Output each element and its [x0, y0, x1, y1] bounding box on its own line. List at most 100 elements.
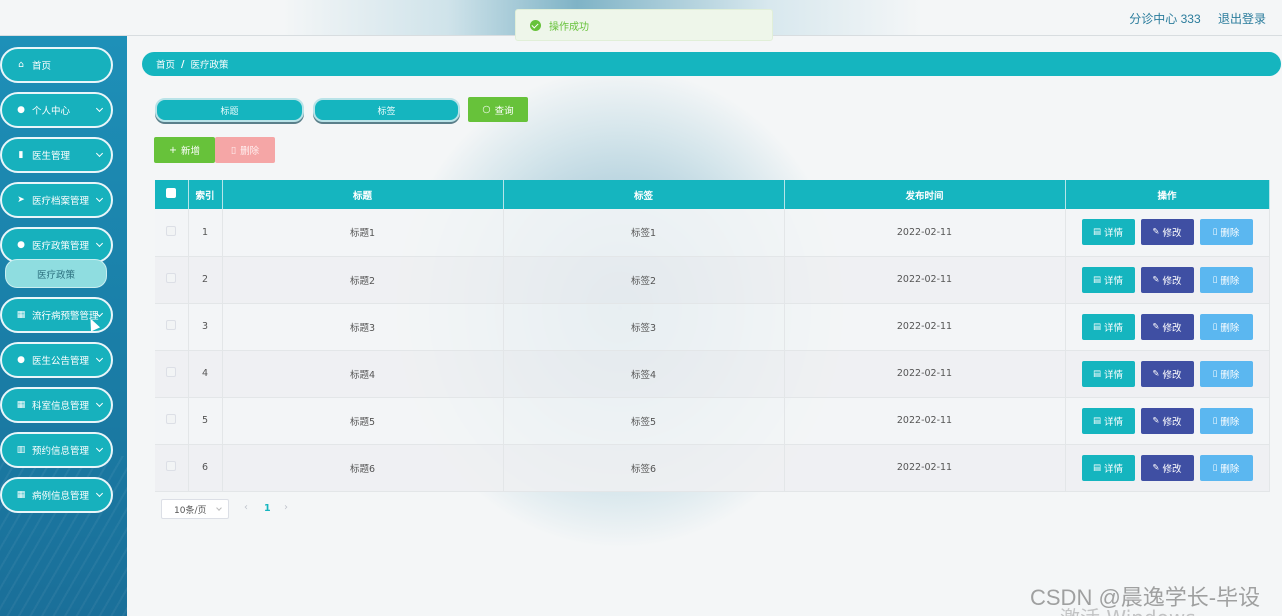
add-button[interactable]: + 新增 — [154, 137, 215, 163]
sidebar-item-label: 预约信息管理 — [32, 446, 90, 457]
edit-button[interactable]: ✎ 修改 — [1140, 313, 1194, 340]
edit-label: 修改 — [1162, 369, 1182, 381]
user-role-label: 分诊中心 333 — [1129, 12, 1201, 26]
table-row: 4 标题4 标签4 2022-02-11 ▤ 详情 ✎ 修改 ▯ 删除 — [155, 350, 1270, 398]
row-checkbox[interactable] — [166, 414, 177, 424]
submenu-item-medical-policy[interactable]: 医疗政策 — [5, 259, 107, 288]
edit-label: 修改 — [1162, 275, 1182, 287]
title-search-input[interactable]: 标题 — [155, 98, 304, 122]
pencil-icon: ✎ — [1152, 274, 1160, 285]
document-icon: ▤ — [1092, 462, 1101, 473]
row-date: 2022-02-11 — [784, 444, 1066, 492]
edit-button[interactable]: ✎ 修改 — [1140, 407, 1194, 434]
row-actions: ▤ 详情 ✎ 修改 ▯ 删除 — [1065, 303, 1270, 351]
row-checkbox[interactable] — [166, 273, 177, 283]
user-icon: ● — [17, 105, 25, 115]
sidebar-item-label: 病例信息管理 — [32, 491, 90, 502]
page-number-current[interactable]: 1 — [264, 503, 271, 514]
sidebar-item-doctor-notice[interactable]: ● 医生公告管理 — [0, 342, 113, 378]
row-date: 2022-02-11 — [784, 209, 1066, 257]
sidebar-item-label: 科室信息管理 — [32, 401, 90, 412]
detail-button[interactable]: ▤ 详情 — [1081, 454, 1135, 481]
delete-label: 删除 — [1220, 416, 1240, 428]
detail-button[interactable]: ▤ 详情 — [1081, 407, 1135, 434]
chevron-down-icon — [95, 444, 104, 453]
pencil-icon: ✎ — [1152, 462, 1160, 473]
sidebar-item-appointment[interactable]: ▥ 预约信息管理 — [0, 432, 113, 468]
sidebar-item-department[interactable]: ▦ 科室信息管理 — [0, 387, 113, 423]
sidebar-item-medical-records[interactable]: ➤ 医疗档案管理 — [0, 182, 113, 218]
row-date: 2022-02-11 — [784, 303, 1066, 351]
row-checkbox[interactable] — [166, 461, 177, 471]
trash-icon: ▯ — [1212, 368, 1218, 379]
edit-label: 修改 — [1162, 463, 1182, 475]
delete-button[interactable]: ▯ 删除 — [1199, 266, 1253, 293]
row-index: 2 — [188, 256, 223, 304]
row-index: 4 — [188, 350, 223, 398]
delete-label: 删除 — [1220, 322, 1240, 334]
policy-table: 索引 标题 标签 发布时间 操作 1 标题1 标签1 2022-02-11 ▤ 详… — [155, 180, 1270, 492]
edit-button[interactable]: ✎ 修改 — [1140, 454, 1194, 481]
tag-search-input[interactable]: 标签 — [313, 98, 460, 122]
edit-button[interactable]: ✎ 修改 — [1140, 266, 1194, 293]
row-actions: ▤ 详情 ✎ 修改 ▯ 删除 — [1065, 350, 1270, 398]
chevron-down-icon — [95, 354, 104, 363]
detail-label: 详情 — [1104, 275, 1124, 287]
detail-button[interactable]: ▤ 详情 — [1081, 313, 1135, 340]
row-tag: 标签4 — [503, 350, 785, 398]
trash-icon: ▯ — [1212, 321, 1218, 332]
send-icon: ➤ — [17, 195, 25, 205]
row-checkbox[interactable] — [166, 320, 177, 330]
add-button-label: 新增 — [180, 146, 200, 157]
batch-delete-button-label: 删除 — [240, 146, 260, 157]
select-all-cell[interactable] — [155, 180, 189, 209]
detail-label: 详情 — [1104, 228, 1124, 240]
trash-icon: ▯ — [1212, 227, 1218, 238]
table-row: 5 标题5 标签5 2022-02-11 ▤ 详情 ✎ 修改 ▯ 删除 — [155, 397, 1270, 445]
detail-button[interactable]: ▤ 详情 — [1081, 360, 1135, 387]
delete-label: 删除 — [1220, 369, 1240, 381]
sidebar-item-case-info[interactable]: ▦ 病例信息管理 — [0, 477, 113, 513]
query-button[interactable]: ○ 查询 — [468, 97, 528, 122]
sidebar-item-personal-center[interactable]: ● 个人中心 — [0, 92, 113, 128]
sidebar-item-label: 首页 — [32, 61, 52, 72]
page-size-value: 10条/页 — [174, 505, 207, 516]
batch-delete-button[interactable]: ▯ 删除 — [215, 137, 275, 163]
detail-label: 详情 — [1104, 322, 1124, 334]
next-page-button[interactable]: › — [284, 502, 288, 513]
table-row: 6 标题6 标签6 2022-02-11 ▤ 详情 ✎ 修改 ▯ 删除 — [155, 444, 1270, 492]
prev-page-button[interactable]: ‹ — [244, 502, 248, 513]
sidebar-item-home[interactable]: ⌂ 首页 — [0, 47, 113, 83]
submenu-item-label: 医疗政策 — [36, 269, 75, 281]
sidebar-item-medical-policy[interactable]: ● 医疗政策管理 — [0, 227, 113, 263]
sidebar-item-label: 医生公告管理 — [32, 356, 90, 367]
row-checkbox[interactable] — [166, 225, 177, 236]
edit-button[interactable]: ✎ 修改 — [1140, 360, 1194, 387]
detail-button[interactable]: ▤ 详情 — [1081, 266, 1135, 293]
activate-windows-watermark: 激活 Windows — [1060, 602, 1196, 616]
header-index: 索引 — [188, 180, 223, 209]
row-actions: ▤ 详情 ✎ 修改 ▯ 删除 — [1065, 256, 1270, 304]
detail-button[interactable]: ▤ 详情 — [1081, 219, 1135, 246]
delete-button[interactable]: ▯ 删除 — [1199, 313, 1253, 340]
row-date: 2022-02-11 — [784, 256, 1066, 304]
sidebar-item-doctor-management[interactable]: ▮ 医生管理 — [0, 137, 113, 173]
page-size-select[interactable]: 10条/页 — [161, 499, 229, 519]
select-all-checkbox[interactable] — [166, 188, 177, 198]
delete-button[interactable]: ▯ 删除 — [1199, 219, 1253, 246]
edit-button[interactable]: ✎ 修改 — [1140, 219, 1194, 246]
user-icon: ● — [17, 355, 25, 365]
delete-button[interactable]: ▯ 删除 — [1199, 407, 1253, 434]
logout-link[interactable]: 退出登录 — [1218, 12, 1266, 26]
delete-button[interactable]: ▯ 删除 — [1199, 360, 1253, 387]
document-icon: ▤ — [1092, 415, 1101, 426]
grid-icon: ▦ — [16, 400, 26, 410]
row-index: 1 — [188, 209, 223, 257]
header-title: 标题 — [222, 180, 504, 209]
breadcrumb-home[interactable]: 首页 — [156, 57, 175, 71]
home-icon: ⌂ — [18, 60, 24, 70]
sidebar-item-label: 个人中心 — [32, 106, 71, 117]
delete-button[interactable]: ▯ 删除 — [1199, 454, 1253, 481]
row-checkbox[interactable] — [166, 367, 177, 377]
row-tag: 标签3 — [503, 303, 785, 351]
